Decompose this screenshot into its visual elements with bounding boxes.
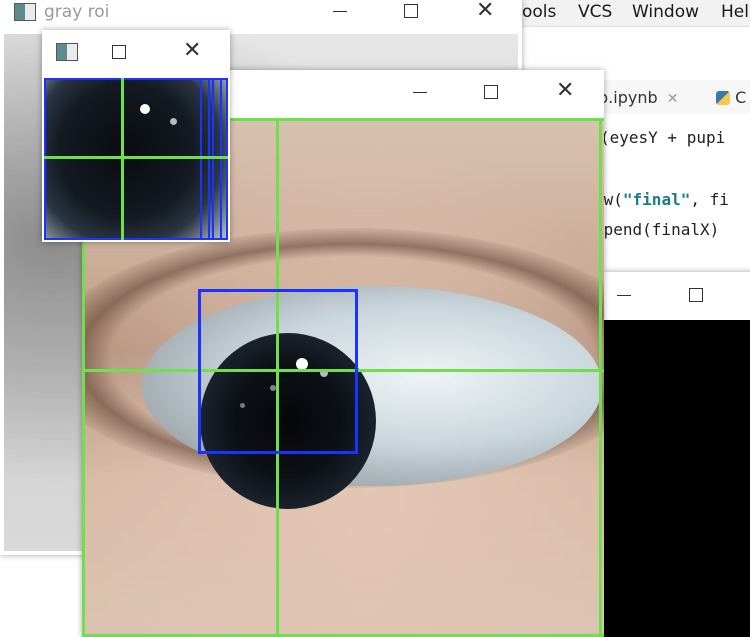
menu-help[interactable]: Hel	[721, 2, 749, 22]
close-icon[interactable]: ✕	[183, 40, 201, 62]
ide-menubar: ools VCS Window Hel	[520, 0, 750, 27]
tab-notebook[interactable]: p.ipynb ✕	[598, 88, 678, 107]
code-line-2: ow("final", fi	[594, 190, 729, 209]
minimize-icon[interactable]	[617, 295, 631, 296]
close-icon[interactable]: ✕	[476, 0, 494, 22]
gray-roi-title: gray roi	[44, 2, 110, 22]
roi-blue-box	[208, 78, 222, 240]
black-image-canvas	[603, 320, 750, 637]
window-app-icon	[56, 43, 78, 61]
black-window-titlebar[interactable]	[603, 272, 750, 320]
tab-notebook-label: p.ipynb	[598, 88, 658, 107]
python-file-icon	[716, 91, 730, 105]
small-roi-titlebar[interactable]: ✕	[42, 30, 230, 78]
minimize-icon[interactable]	[413, 92, 427, 93]
menu-tools[interactable]: ools	[522, 2, 556, 22]
small-roi-window[interactable]: ✕	[42, 30, 230, 242]
window-app-icon	[14, 3, 36, 21]
minimize-icon[interactable]	[333, 11, 347, 12]
maximize-icon[interactable]	[689, 288, 703, 302]
tab-python-file[interactable]: C	[716, 88, 746, 107]
green-horizontal-line	[44, 156, 228, 159]
code-line-3: ppend(finalX)	[594, 220, 720, 239]
maximize-icon[interactable]	[112, 45, 126, 59]
tab-python-file-label: C	[735, 88, 747, 107]
small-roi-image	[44, 78, 228, 240]
green-vertical-line	[121, 78, 124, 240]
maximize-icon[interactable]	[404, 4, 418, 18]
black-image-window[interactable]	[603, 272, 750, 637]
close-icon[interactable]: ✕	[667, 91, 679, 107]
code-line-1: (eyesY + pupi	[600, 128, 726, 147]
pupil-bounding-box	[198, 289, 358, 454]
menu-vcs[interactable]: VCS	[578, 2, 612, 22]
close-icon[interactable]: ✕	[556, 80, 574, 102]
gray-roi-titlebar[interactable]: gray roi ✕	[0, 0, 522, 34]
menu-window[interactable]: Window	[632, 2, 699, 22]
maximize-icon[interactable]	[484, 85, 498, 99]
green-frame-right	[599, 118, 602, 637]
